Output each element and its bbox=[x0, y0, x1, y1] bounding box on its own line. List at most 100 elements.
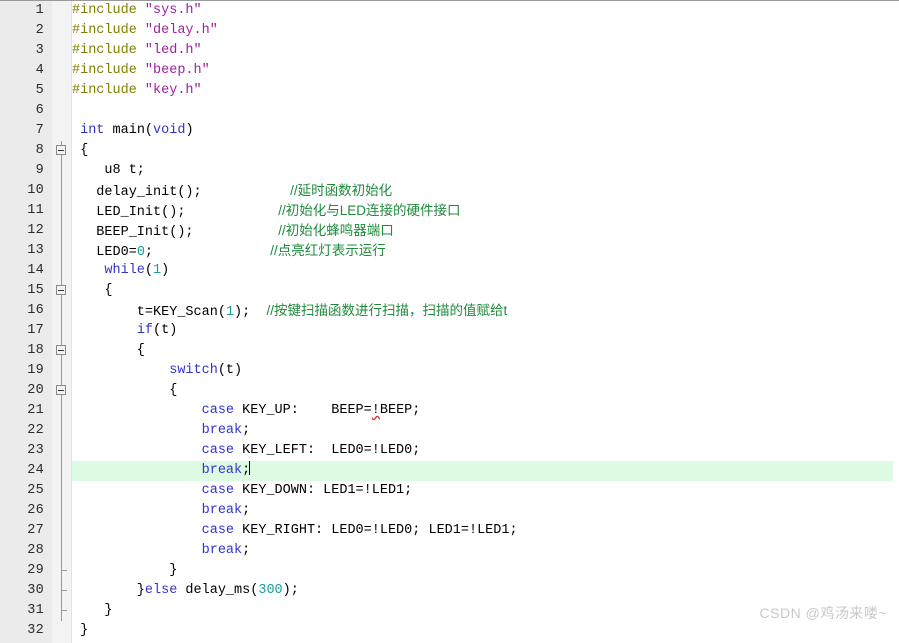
code-text: break; bbox=[72, 501, 251, 521]
token-plain: delay_init(); bbox=[72, 185, 202, 200]
fold-collapse-icon[interactable] bbox=[52, 381, 72, 401]
token-pre: #include bbox=[72, 43, 137, 58]
code-text: break; bbox=[72, 541, 251, 561]
token-str: "beep.h" bbox=[144, 63, 210, 78]
line-number: 10 bbox=[27, 183, 44, 198]
code-line[interactable]: 13 LED0=0; //点亮红灯表示运行 bbox=[0, 241, 899, 261]
code-line[interactable]: 27 case KEY_RIGHT: LED0=!LED0; LED1=!LED… bbox=[0, 521, 899, 541]
code-line[interactable]: 5 #include "key.h" bbox=[0, 81, 899, 101]
code-line[interactable]: 15 { bbox=[0, 281, 899, 301]
token-str: "sys.h" bbox=[144, 3, 202, 18]
token-plain: main( bbox=[104, 123, 154, 138]
code-line[interactable]: 19 switch(t) bbox=[0, 361, 899, 381]
code-line[interactable]: 17 if(t) bbox=[0, 321, 899, 341]
fold-guide-line bbox=[52, 441, 72, 461]
code-line[interactable]: 2 #include "delay.h" bbox=[0, 21, 899, 41]
code-line[interactable]: 6 bbox=[0, 101, 899, 121]
token-plain: } bbox=[72, 563, 178, 578]
code-text: case KEY_UP: BEEP=!BEEP; bbox=[72, 401, 421, 421]
code-line[interactable]: 1 #include "sys.h" bbox=[0, 1, 899, 21]
token-plain: BEEP; bbox=[379, 403, 421, 418]
code-line[interactable]: 32 } bbox=[0, 621, 899, 641]
token-plain: { bbox=[72, 343, 145, 358]
code-line[interactable]: 7 int main(void) bbox=[0, 121, 899, 141]
fold-collapse-icon[interactable] bbox=[52, 141, 72, 161]
fold-guide-line bbox=[52, 561, 72, 581]
line-number: 22 bbox=[27, 423, 44, 438]
token-kw: break bbox=[201, 423, 243, 438]
fold-guide-line bbox=[52, 421, 72, 441]
token-kw: case bbox=[201, 523, 235, 538]
fold-guide-line bbox=[52, 501, 72, 521]
code-line[interactable]: 16 t=KEY_Scan(1); //按键扫描函数进行扫描，扫描的值赋给t bbox=[0, 301, 899, 321]
syntax-error-token: ! bbox=[371, 403, 380, 418]
fold-guide-line bbox=[52, 241, 72, 261]
code-line[interactable]: 25 case KEY_DOWN: LED1=!LED1; bbox=[0, 481, 899, 501]
token-pre: #include bbox=[72, 3, 137, 18]
code-line[interactable]: 3 #include "led.h" bbox=[0, 41, 899, 61]
code-text: { bbox=[72, 381, 177, 401]
code-text: delay_init(); //延时函数初始化 bbox=[72, 181, 392, 203]
line-number: 3 bbox=[35, 43, 44, 58]
code-line[interactable]: 20 { bbox=[0, 381, 899, 401]
token-kw: int bbox=[80, 123, 105, 138]
token-str: "led.h" bbox=[144, 43, 202, 58]
code-text: #include "key.h" bbox=[72, 81, 202, 101]
code-line[interactable]: 10 delay_init(); //延时函数初始化 bbox=[0, 181, 899, 201]
line-number: 18 bbox=[27, 343, 44, 358]
code-text: { bbox=[72, 281, 112, 301]
code-editor[interactable]: 1 #include "sys.h" 2 #include "delay.h" 3 #in… bbox=[0, 0, 899, 643]
code-line[interactable]: 24 break; bbox=[0, 461, 899, 481]
line-number: 11 bbox=[27, 203, 44, 218]
code-text: t=KEY_Scan(1); //按键扫描函数进行扫描，扫描的值赋给t bbox=[72, 301, 507, 323]
code-line[interactable]: 22 break; bbox=[0, 421, 899, 441]
code-line[interactable]: 29 } bbox=[0, 561, 899, 581]
fold-guide-line bbox=[52, 601, 72, 621]
code-line[interactable]: 9 u8 t; bbox=[0, 161, 899, 181]
line-number: 2 bbox=[35, 23, 44, 38]
code-line[interactable]: 4 #include "beep.h" bbox=[0, 61, 899, 81]
line-number: 28 bbox=[27, 543, 44, 558]
code-text: { bbox=[72, 341, 145, 361]
text-cursor bbox=[249, 461, 251, 475]
line-number: 16 bbox=[27, 303, 44, 318]
code-line[interactable]: 30 }else delay_ms(300); bbox=[0, 581, 899, 601]
token-plain: delay_ms( bbox=[177, 583, 259, 598]
code-line[interactable]: 12 BEEP_Init(); //初始化蜂鸣器端口 bbox=[0, 221, 899, 241]
code-line[interactable]: 18 { bbox=[0, 341, 899, 361]
fold-guide-line bbox=[52, 181, 72, 201]
token-plain: ) bbox=[161, 263, 170, 278]
code-line[interactable]: 11 LED_Init(); //初始化与LED连接的硬件接口 bbox=[0, 201, 899, 221]
line-number: 15 bbox=[27, 283, 44, 298]
fold-guide-line bbox=[52, 401, 72, 421]
token-plain: KEY_RIGHT: LED0=!LED0; LED1=!LED1; bbox=[234, 523, 518, 538]
fold-collapse-icon[interactable] bbox=[52, 341, 72, 361]
code-line[interactable]: 14 while(1) bbox=[0, 261, 899, 281]
code-line[interactable]: 21 case KEY_UP: BEEP=!BEEP; bbox=[0, 401, 899, 421]
token-plain: KEY_LEFT: LED0=!LED0; bbox=[234, 443, 421, 458]
code-text: break; bbox=[72, 461, 251, 481]
csdn-watermark: CSDN @鸡汤来喽~ bbox=[759, 605, 887, 621]
code-line[interactable]: 8 { bbox=[0, 141, 899, 161]
line-number: 25 bbox=[27, 483, 44, 498]
line-number: 20 bbox=[27, 383, 44, 398]
fold-collapse-icon[interactable] bbox=[52, 281, 72, 301]
line-number: 6 bbox=[35, 103, 44, 118]
token-kw: case bbox=[201, 483, 235, 498]
code-line[interactable]: 28 break; bbox=[0, 541, 899, 561]
code-line[interactable]: 26 break; bbox=[0, 501, 899, 521]
token-plain: ); bbox=[282, 583, 299, 598]
code-text: } bbox=[72, 621, 88, 641]
code-line[interactable]: 23 case KEY_LEFT: LED0=!LED0; bbox=[0, 441, 899, 461]
code-text: BEEP_Init(); //初始化蜂鸣器端口 bbox=[72, 221, 394, 243]
